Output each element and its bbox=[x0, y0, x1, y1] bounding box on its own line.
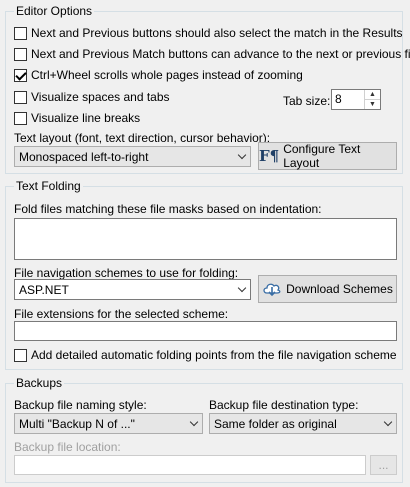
chevron-down-icon bbox=[186, 414, 202, 433]
checkbox-label: Visualize line breaks bbox=[31, 111, 141, 125]
spin-up-icon[interactable]: ▲ bbox=[365, 90, 380, 99]
backup-destination-value: Same folder as original bbox=[214, 416, 337, 431]
backup-location-label: Backup file location: bbox=[14, 440, 121, 454]
checkbox-box-checked[interactable] bbox=[14, 68, 27, 82]
backup-location-input[interactable] bbox=[14, 455, 366, 475]
fold-masks-label: Fold files matching these file masks bas… bbox=[14, 202, 322, 216]
text-layout-value: Monospaced left-to-right bbox=[19, 149, 149, 164]
text-layout-dropdown[interactable]: Monospaced left-to-right bbox=[14, 146, 251, 167]
download-schemes-label: Download Schemes bbox=[286, 282, 393, 296]
backup-naming-dropdown[interactable]: Multi "Backup N of ..." bbox=[14, 413, 203, 434]
chevron-down-icon bbox=[234, 280, 250, 299]
checkbox-box[interactable] bbox=[14, 47, 27, 61]
browse-label: ... bbox=[378, 458, 389, 472]
text-layout-label: Text layout (font, text direction, curso… bbox=[14, 131, 271, 145]
browse-location-button[interactable]: ... bbox=[370, 455, 397, 475]
fold-masks-input[interactable] bbox=[14, 218, 397, 260]
checkbox-visualize-spaces[interactable]: Visualize spaces and tabs bbox=[14, 90, 170, 104]
chevron-down-icon bbox=[380, 414, 396, 433]
chevron-down-icon bbox=[234, 147, 250, 166]
backups-title: Backups bbox=[14, 376, 65, 390]
nav-schemes-dropdown[interactable]: ASP.NET bbox=[14, 279, 251, 300]
backup-naming-label: Backup file naming style: bbox=[14, 398, 147, 412]
checkbox-label: Next and Previous buttons should also se… bbox=[31, 26, 403, 40]
text-folding-title: Text Folding bbox=[14, 179, 83, 193]
backup-destination-label: Backup file destination type: bbox=[209, 398, 359, 412]
checkbox-next-prev-advance[interactable]: Next and Previous Match buttons can adva… bbox=[14, 47, 410, 61]
configure-text-layout-label: Configure Text Layout bbox=[283, 142, 361, 170]
download-schemes-button[interactable]: Download Schemes bbox=[258, 275, 397, 303]
paragraph-font-icon: F¶ bbox=[259, 147, 280, 165]
backup-naming-value: Multi "Backup N of ..." bbox=[19, 416, 135, 431]
nav-schemes-label: File navigation schemes to use for foldi… bbox=[14, 266, 239, 280]
editor-options-title: Editor Options bbox=[14, 4, 95, 18]
tab-size-value[interactable]: 8 bbox=[332, 90, 364, 109]
file-extensions-input[interactable] bbox=[14, 321, 397, 341]
nav-schemes-value: ASP.NET bbox=[19, 282, 69, 297]
checkbox-box[interactable] bbox=[14, 90, 27, 104]
checkbox-next-prev-select[interactable]: Next and Previous buttons should also se… bbox=[14, 26, 403, 40]
checkbox-visualize-linebreaks[interactable]: Visualize line breaks bbox=[14, 111, 140, 125]
checkbox-box[interactable] bbox=[14, 26, 27, 40]
checkbox-box[interactable] bbox=[14, 348, 27, 362]
checkbox-label: Visualize spaces and tabs bbox=[31, 90, 170, 104]
tab-size-spinner[interactable]: 8 ▲ ▼ bbox=[331, 89, 381, 110]
checkbox-box[interactable] bbox=[14, 111, 27, 125]
tab-size-label: Tab size: bbox=[283, 94, 331, 108]
checkbox-detailed-folding[interactable]: Add detailed automatic folding points fr… bbox=[14, 348, 397, 362]
backup-destination-dropdown[interactable]: Same folder as original bbox=[209, 413, 397, 434]
spin-down-icon[interactable]: ▼ bbox=[365, 99, 380, 109]
checkbox-label: Ctrl+Wheel scrolls whole pages instead o… bbox=[31, 68, 303, 82]
checkbox-ctrl-wheel[interactable]: Ctrl+Wheel scrolls whole pages instead o… bbox=[14, 68, 303, 82]
file-extensions-label: File extensions for the selected scheme: bbox=[14, 307, 229, 321]
checkbox-label: Add detailed automatic folding points fr… bbox=[31, 348, 397, 362]
checkbox-label: Next and Previous Match buttons can adva… bbox=[31, 47, 410, 61]
cloud-download-icon bbox=[263, 283, 281, 297]
configure-text-layout-button[interactable]: F¶ Configure Text Layout bbox=[258, 142, 397, 170]
